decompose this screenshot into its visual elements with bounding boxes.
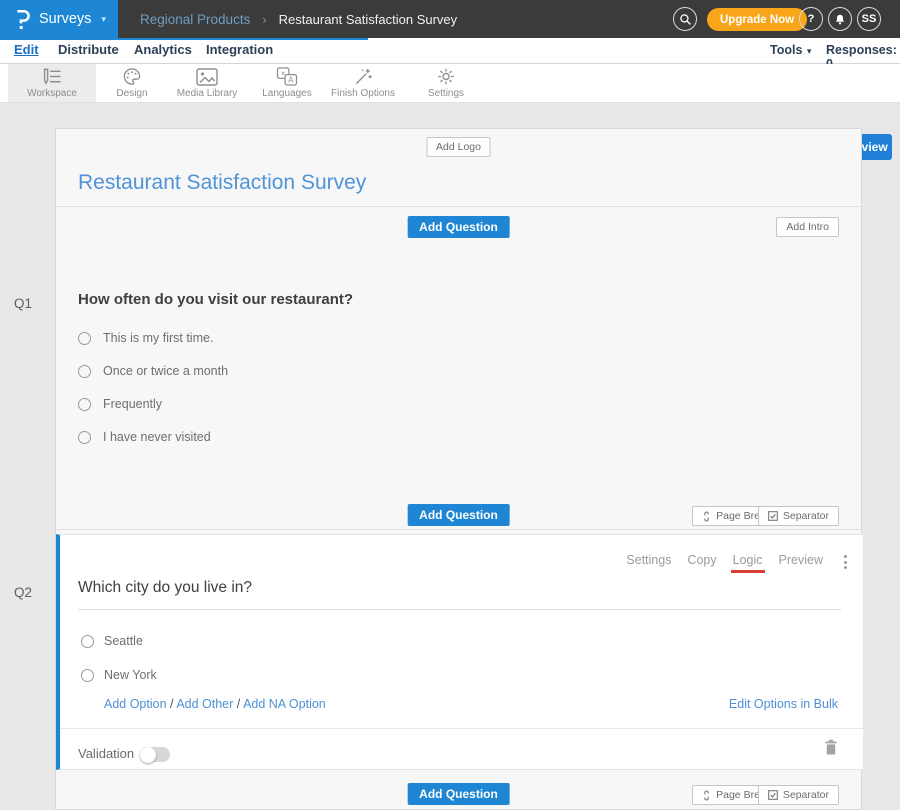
divider [56, 206, 861, 207]
surveys-product-menu[interactable]: Surveys ▾ [0, 0, 118, 38]
top-header: Surveys ▾ Regional Products › Restaurant… [0, 0, 900, 38]
bell-icon [834, 13, 846, 26]
delete-question-trash-icon[interactable] [824, 739, 838, 756]
add-na-option-link[interactable]: Add NA Option [243, 697, 326, 711]
q2-option-radio[interactable] [81, 669, 94, 682]
add-option-link[interactable]: Add Option [104, 697, 167, 711]
logic-annotation-underline [731, 570, 765, 573]
question-logic-link[interactable]: Logic [733, 553, 763, 567]
q1-option-radio[interactable] [78, 365, 91, 378]
validation-label: Validation [78, 746, 134, 761]
survey-nav: Edit Distribute Analytics Integration To… [0, 38, 900, 64]
q2-selected-question-card: Settings Copy Logic Preview Which city d… [56, 534, 863, 770]
add-other-link[interactable]: Add Other [176, 697, 233, 711]
toolbar-tab-finish-options[interactable]: Finish Options [323, 64, 403, 102]
toolbar-tab-languages[interactable]: × A Languages [252, 64, 322, 102]
toolbar-tab-settings[interactable]: Settings [411, 64, 481, 102]
separator-checkbox-icon [768, 790, 778, 800]
question-settings-link[interactable]: Settings [626, 553, 671, 567]
search-icon [679, 13, 692, 26]
q1-question-text[interactable]: How often do you visit our restaurant? [78, 291, 353, 308]
validation-toggle[interactable] [140, 747, 170, 762]
page-break-icon [702, 511, 711, 522]
breadcrumb-separator-icon: › [262, 12, 266, 27]
q2-option-label[interactable]: New York [104, 668, 157, 682]
breadcrumb-folder[interactable]: Regional Products [140, 12, 250, 27]
separator-button[interactable]: Separator [758, 785, 839, 805]
divider [56, 529, 861, 530]
survey-title[interactable]: Restaurant Satisfaction Survey [78, 171, 366, 195]
option-links-row: Add Option / Add Other / Add NA Option [104, 697, 326, 711]
add-question-button-middle[interactable]: Add Question [407, 504, 510, 526]
page-break-icon [702, 790, 711, 801]
q1-option-label[interactable]: Once or twice a month [103, 364, 228, 378]
separator-checkbox-icon [768, 511, 778, 521]
q2-option-label[interactable]: Seattle [104, 634, 143, 648]
add-logo-button[interactable]: Add Logo [426, 137, 491, 157]
svg-text:A: A [288, 76, 294, 85]
survey-canvas: Add Logo Restaurant Satisfaction Survey … [55, 128, 862, 810]
tab-edit[interactable]: Edit [14, 42, 39, 57]
question-more-menu-icon[interactable] [844, 555, 847, 569]
question-number-q1: Q1 [14, 296, 32, 311]
separator-button[interactable]: Separator [758, 506, 839, 526]
toolbar-tab-workspace[interactable]: Workspace [8, 64, 96, 102]
q1-option-label[interactable]: I have never visited [103, 430, 211, 444]
edit-options-in-bulk-link[interactable]: Edit Options in Bulk [729, 697, 838, 711]
divider [60, 728, 863, 729]
add-question-button-bottom[interactable]: Add Question [407, 783, 510, 805]
help-icon: ? [808, 13, 815, 25]
product-label: Surveys [39, 11, 91, 27]
nav-accent-line [0, 38, 368, 40]
question-number-q2: Q2 [14, 585, 32, 600]
q1-option-label[interactable]: Frequently [103, 397, 162, 411]
q1-option-radio[interactable] [78, 431, 91, 444]
toolbar-tab-media-library[interactable]: Media Library [167, 64, 247, 102]
toggle-knob [140, 747, 156, 763]
add-intro-button[interactable]: Add Intro [776, 217, 839, 237]
workspace-icon [41, 67, 63, 86]
help-button[interactable]: ? [799, 7, 823, 31]
q1-option-label[interactable]: This is my first time. [103, 331, 213, 345]
q1-option-radio[interactable] [78, 398, 91, 411]
tab-integration[interactable]: Integration [206, 42, 273, 57]
q2-question-text[interactable]: Which city do you live in? [78, 579, 252, 597]
search-button[interactable] [673, 7, 697, 31]
tools-menu[interactable]: Tools ▾ [770, 43, 811, 57]
notifications-button[interactable] [828, 7, 852, 31]
settings-gear-icon [436, 67, 456, 86]
add-question-button-top[interactable]: Add Question [407, 216, 510, 238]
chevron-down-icon: ▾ [807, 46, 812, 56]
questionpro-logo-icon [15, 8, 30, 30]
question-action-menu: Settings Copy Logic Preview [626, 553, 823, 567]
tab-distribute[interactable]: Distribute [58, 42, 119, 57]
editor-toolbar: Workspace Design Media Library × A [0, 64, 900, 103]
tab-analytics[interactable]: Analytics [134, 42, 192, 57]
toolbar-tab-design[interactable]: Design [97, 64, 167, 102]
media-library-icon [196, 68, 218, 86]
finish-options-wand-icon [353, 67, 373, 86]
breadcrumb: Regional Products › Restaurant Satisfact… [140, 0, 457, 38]
upgrade-now-button[interactable]: Upgrade Now [707, 8, 807, 31]
breadcrumb-current-survey: Restaurant Satisfaction Survey [279, 12, 457, 27]
languages-icon: × A [276, 67, 298, 86]
avatar-initials: SS [862, 13, 877, 25]
chevron-down-icon: ▾ [101, 14, 106, 25]
q2-question-input-underline [78, 609, 841, 610]
question-copy-link[interactable]: Copy [687, 553, 716, 567]
q2-option-radio[interactable] [81, 635, 94, 648]
question-preview-link[interactable]: Preview [779, 553, 823, 567]
design-palette-icon [122, 67, 142, 86]
avatar[interactable]: SS [857, 7, 881, 31]
q1-option-radio[interactable] [78, 332, 91, 345]
